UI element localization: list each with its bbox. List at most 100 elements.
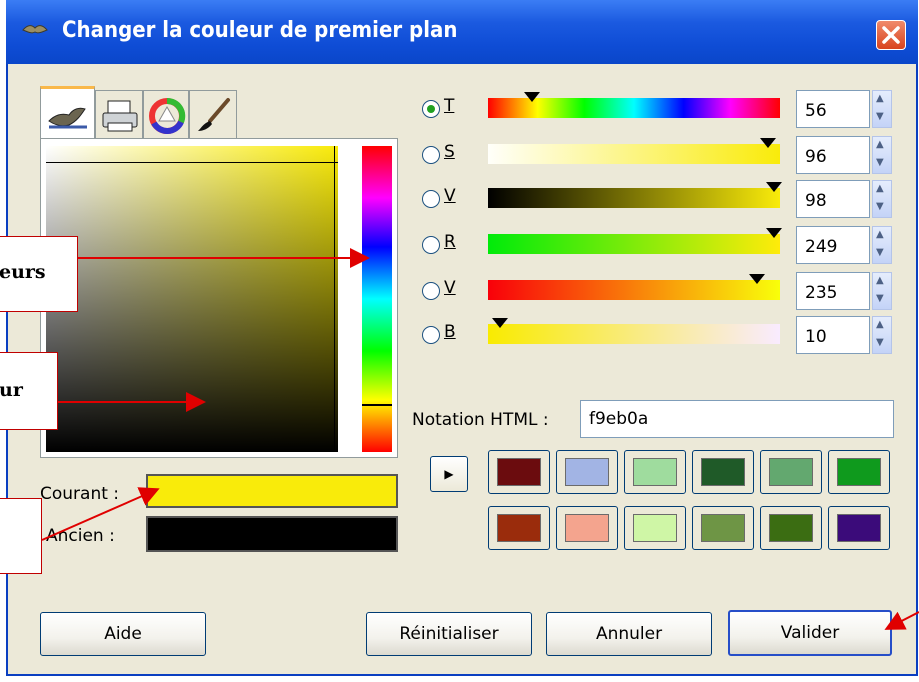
tab-brush[interactable] xyxy=(189,90,237,138)
spin-up-icon[interactable]: ▲ xyxy=(876,183,884,194)
printer-icon xyxy=(102,100,138,132)
channel-slider-5[interactable] xyxy=(488,324,780,344)
channel-radio-4[interactable] xyxy=(422,282,440,300)
old-color-swatch xyxy=(146,516,398,552)
history-swatch-3[interactable] xyxy=(692,450,754,494)
cancel-button-label: Annuler xyxy=(595,624,663,644)
channel-slider-3[interactable] xyxy=(488,234,780,254)
window-title: Changer la couleur de premier plan xyxy=(62,18,458,43)
history-swatch-10[interactable] xyxy=(760,506,822,550)
channel-radio-5[interactable] xyxy=(422,326,440,344)
sv-crosshair-vertical xyxy=(334,146,335,452)
history-swatch-6[interactable] xyxy=(488,506,550,550)
channel-label-2: V xyxy=(444,186,456,206)
close-icon xyxy=(882,26,900,44)
channel-radio-3[interactable] xyxy=(422,236,440,254)
channel-spinner-5[interactable]: ▲ ▼ xyxy=(872,316,892,354)
hue-strip[interactable] xyxy=(362,146,392,452)
spin-up-icon[interactable]: ▲ xyxy=(876,319,884,330)
channel-spinner-2[interactable]: ▲ ▼ xyxy=(872,180,892,218)
spin-down-icon[interactable]: ▼ xyxy=(876,247,884,258)
channel-spinner-0[interactable]: ▲ ▼ xyxy=(872,90,892,128)
reset-button[interactable]: Réinitialiser xyxy=(366,612,532,656)
tab-scales[interactable] xyxy=(40,86,95,138)
color-wheel-icon xyxy=(149,97,186,134)
history-swatch-11[interactable] xyxy=(828,506,890,550)
history-swatch-color xyxy=(497,458,541,486)
ok-button-label: Valider xyxy=(780,623,840,643)
cancel-button[interactable]: Annuler xyxy=(546,612,712,656)
history-swatch-color xyxy=(565,514,609,542)
channel-label-4: V xyxy=(444,278,456,298)
history-swatch-color xyxy=(701,514,745,542)
history-swatch-color xyxy=(837,458,881,486)
slider-marker-5[interactable] xyxy=(491,318,508,328)
channel-value-input-1[interactable]: 96 xyxy=(796,136,870,174)
spin-up-icon[interactable]: ▲ xyxy=(876,93,884,104)
reset-button-label: Réinitialiser xyxy=(399,624,499,644)
ancien-label: Ancien : xyxy=(46,526,115,546)
channel-label-3: R xyxy=(444,232,456,252)
channel-spinner-4[interactable]: ▲ ▼ xyxy=(872,272,892,310)
spin-down-icon[interactable]: ▼ xyxy=(876,157,884,168)
slider-marker-0[interactable] xyxy=(523,92,540,102)
channel-radio-0[interactable] xyxy=(422,100,440,118)
slider-marker-4[interactable] xyxy=(748,274,765,284)
html-notation-label: Notation HTML : xyxy=(412,410,549,430)
channel-spinner-1[interactable]: ▲ ▼ xyxy=(872,136,892,174)
channel-spinner-3[interactable]: ▲ ▼ xyxy=(872,226,892,264)
channel-value-input-2[interactable]: 98 xyxy=(796,180,870,218)
help-button-label: Aide xyxy=(104,624,142,644)
slider-marker-1[interactable] xyxy=(760,138,777,148)
sv-crosshair-horizontal xyxy=(46,162,338,163)
slider-marker-3[interactable] xyxy=(766,228,783,238)
history-toggle-button[interactable]: ▶ xyxy=(430,456,468,492)
channel-radio-1[interactable] xyxy=(422,146,440,164)
channel-value-input-4[interactable]: 235 xyxy=(796,272,870,310)
history-swatch-9[interactable] xyxy=(692,506,754,550)
spin-up-icon[interactable]: ▲ xyxy=(876,139,884,150)
history-swatch-4[interactable] xyxy=(760,450,822,494)
spin-down-icon[interactable]: ▼ xyxy=(876,337,884,348)
annotation-box-2: ur xyxy=(0,352,58,430)
triangle-right-icon: ▶ xyxy=(444,467,454,481)
history-swatch-color xyxy=(633,458,677,486)
history-swatch-1[interactable] xyxy=(556,450,618,494)
annotation-text-1: eurs xyxy=(0,261,46,283)
saturation-value-area[interactable] xyxy=(46,146,338,452)
slider-marker-2[interactable] xyxy=(766,182,783,192)
history-swatch-0[interactable] xyxy=(488,450,550,494)
close-button[interactable] xyxy=(876,20,906,50)
spin-down-icon[interactable]: ▼ xyxy=(876,201,884,212)
history-swatch-2[interactable] xyxy=(624,450,686,494)
channel-slider-2[interactable] xyxy=(488,188,780,208)
ok-button[interactable]: Valider xyxy=(728,610,892,656)
history-swatch-color xyxy=(837,514,881,542)
spin-down-icon[interactable]: ▼ xyxy=(876,293,884,304)
hue-marker[interactable] xyxy=(362,404,392,406)
history-swatch-7[interactable] xyxy=(556,506,618,550)
annotation-box-3 xyxy=(0,498,42,574)
help-button[interactable]: Aide xyxy=(40,612,206,656)
tab-printer[interactable] xyxy=(95,90,143,138)
channel-value-input-5[interactable]: 10 xyxy=(796,316,870,354)
spin-up-icon[interactable]: ▲ xyxy=(876,275,884,286)
paintbrush-icon xyxy=(198,98,230,131)
spin-up-icon[interactable]: ▲ xyxy=(876,229,884,240)
tab-wheel[interactable] xyxy=(143,90,189,138)
html-notation-input[interactable]: f9eb0a xyxy=(580,400,894,438)
history-swatch-8[interactable] xyxy=(624,506,686,550)
spin-down-icon[interactable]: ▼ xyxy=(876,111,884,122)
channel-radio-2[interactable] xyxy=(422,190,440,208)
history-swatch-color xyxy=(701,458,745,486)
courant-label: Courant : xyxy=(40,484,120,504)
channel-slider-4[interactable] xyxy=(488,280,780,300)
channel-value-input-3[interactable]: 249 xyxy=(796,226,870,264)
channel-slider-1[interactable] xyxy=(488,144,780,164)
app-icon xyxy=(22,25,48,34)
annotation-text-2: ur xyxy=(0,379,23,401)
channel-label-5: B xyxy=(444,322,456,342)
annotation-box-1: eurs xyxy=(0,236,78,312)
channel-value-input-0[interactable]: 56 xyxy=(796,90,870,128)
history-swatch-5[interactable] xyxy=(828,450,890,494)
